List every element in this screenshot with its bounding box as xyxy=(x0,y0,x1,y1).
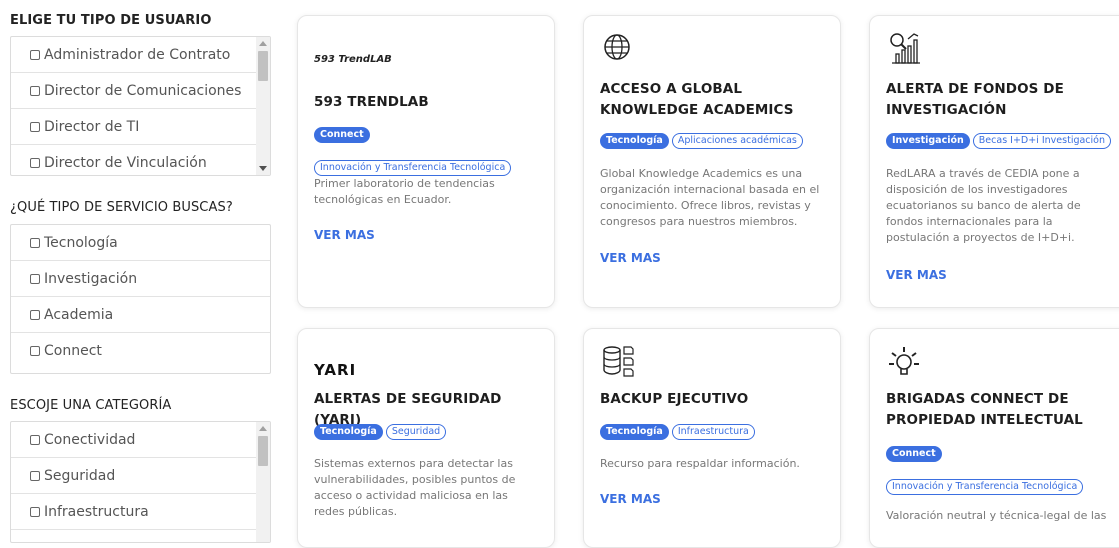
database-backup-icon xyxy=(603,346,634,377)
service-type-option[interactable]: Investigación xyxy=(11,261,270,297)
tag-filled[interactable]: Investigación xyxy=(886,133,970,149)
scroll-thumb[interactable] xyxy=(258,51,268,81)
lightbulb-idea-icon xyxy=(889,347,919,375)
checkbox-icon[interactable] xyxy=(30,121,40,132)
checkbox-icon[interactable] xyxy=(30,157,40,168)
trendlab-logo: 593 TrendLAB xyxy=(314,54,392,65)
category-title: ESCOJE UNA CATEGORÍA xyxy=(10,398,172,413)
category-option[interactable]: Seguridad xyxy=(11,458,256,494)
card-tags: Tecnología Infraestructura xyxy=(600,424,834,440)
card-title: ALERTA DE FONDOS DE INVESTIGACIÓN xyxy=(886,81,1064,118)
card-tags: Connect xyxy=(886,446,1119,462)
scroll-up-arrow-icon[interactable] xyxy=(259,426,267,431)
checkbox-icon[interactable] xyxy=(30,49,40,60)
tag-outline[interactable]: Innovación y Transferencia Tecnológica xyxy=(886,479,1084,495)
card-description: Sistemas externos para detectar las vuln… xyxy=(314,457,516,518)
checkbox-icon[interactable] xyxy=(30,346,40,356)
card-description: Primer laboratorio de tendencias tecnoló… xyxy=(314,177,495,206)
service-type-title: ¿QUÉ TIPO DE SERVICIO BUSCAS? xyxy=(10,200,233,215)
ver-mas-link[interactable]: VER MAS xyxy=(886,268,947,282)
category-scrollbar[interactable] xyxy=(256,422,270,542)
service-type-list: Tecnología Investigación Academia Connec… xyxy=(10,224,271,374)
yari-logo: YARI xyxy=(314,361,357,379)
card-tags-secondary: Innovación y Transferencia Tecnológica xyxy=(886,479,1119,495)
service-card-brigadas-connect: BRIGADAS CONNECT DE PROPIEDAD INTELECTUA… xyxy=(869,328,1119,548)
tag-filled[interactable]: Connect xyxy=(886,446,942,462)
tag-outline[interactable]: Infraestructura xyxy=(671,424,755,440)
card-description: Recurso para respaldar información. xyxy=(600,457,800,470)
card-description: Valoración neutral y técnica-legal de la… xyxy=(886,509,1107,522)
ver-mas-link[interactable]: VER MAS xyxy=(314,228,375,242)
checkbox-icon[interactable] xyxy=(30,434,40,445)
service-card-alerta-fondos: ALERTA DE FONDOS DE INVESTIGACIÓN Invest… xyxy=(869,15,1119,308)
research-chart-icon xyxy=(890,33,920,64)
tag-filled[interactable]: Tecnología xyxy=(600,424,669,440)
tag-outline[interactable]: Becas I+D+i Investigación xyxy=(972,133,1112,149)
checkbox-icon[interactable] xyxy=(30,506,40,517)
tag-filled[interactable]: Tecnología xyxy=(600,133,669,149)
tag-filled[interactable]: Connect xyxy=(314,127,370,143)
user-type-option[interactable]: Director de Vinculación xyxy=(11,145,256,175)
card-tags: Tecnología Seguridad xyxy=(314,424,548,440)
card-tags: Tecnología Aplicaciones académicas xyxy=(600,133,834,149)
user-type-title: ELIGE TU TIPO DE USUARIO xyxy=(10,13,212,28)
checkbox-icon[interactable] xyxy=(30,85,40,96)
scroll-up-arrow-icon[interactable] xyxy=(259,41,267,46)
scroll-down-arrow-icon[interactable] xyxy=(259,166,267,171)
service-type-option[interactable]: Academia xyxy=(11,297,270,333)
service-type-option[interactable]: Connect xyxy=(11,333,270,369)
tag-outline[interactable]: Innovación y Transferencia Tecnológica xyxy=(314,160,512,176)
scroll-thumb[interactable] xyxy=(258,436,268,466)
service-card-backup-ejecutivo: BACKUP EJECUTIVO Tecnología Infraestruct… xyxy=(583,328,841,548)
user-type-option[interactable]: Director de Comunicaciones xyxy=(11,73,256,109)
service-type-option[interactable]: Tecnología xyxy=(11,225,270,261)
card-title: 593 TRENDLAB xyxy=(314,94,429,110)
card-title: ACCESO A GLOBAL KNOWLEDGE ACADEMICS xyxy=(600,81,794,118)
checkbox-icon[interactable] xyxy=(30,470,40,481)
card-tags: Investigación Becas I+D+i Investigación xyxy=(886,133,1119,149)
category-option[interactable]: Conectividad xyxy=(11,422,256,458)
service-card-global-knowledge: ACCESO A GLOBAL KNOWLEDGE ACADEMICS Tecn… xyxy=(583,15,841,308)
card-tags: Connect xyxy=(314,127,548,143)
checkbox-icon[interactable] xyxy=(30,237,40,248)
ver-mas-link[interactable]: VER MAS xyxy=(600,492,661,506)
service-card-yari: YARI ALERTAS DE SEGURIDAD (YARI) Tecnolo… xyxy=(297,328,555,548)
tag-outline[interactable]: Aplicaciones académicas xyxy=(671,133,803,149)
tag-filled[interactable]: Tecnología xyxy=(314,424,383,440)
card-description: RedLARA a través de CEDIA pone a disposi… xyxy=(886,167,1081,244)
user-type-list[interactable]: Administrador de Contrato Director de Co… xyxy=(10,36,271,176)
checkbox-icon[interactable] xyxy=(30,309,40,320)
card-tags-secondary: Innovación y Transferencia Tecnológica xyxy=(314,160,548,176)
user-type-option[interactable]: Administrador de Contrato xyxy=(11,37,256,73)
ver-mas-link[interactable]: VER MAS xyxy=(600,251,661,265)
card-title: BRIGADAS CONNECT DE PROPIEDAD INTELECTUA… xyxy=(886,391,1083,428)
user-type-scrollbar[interactable] xyxy=(256,37,270,175)
card-description: Global Knowledge Academics es una organi… xyxy=(600,167,820,228)
user-type-option[interactable]: Director de TI xyxy=(11,109,256,145)
globe-icon xyxy=(604,34,630,60)
checkbox-icon[interactable] xyxy=(30,273,40,284)
card-title: BACKUP EJECUTIVO xyxy=(600,391,749,407)
filter-sidebar: ELIGE TU TIPO DE USUARIO Administrador d… xyxy=(0,0,290,543)
tag-outline[interactable]: Seguridad xyxy=(385,424,447,440)
service-card-593-trendlab: 593 TrendLAB 593 TRENDLAB Connect Innova… xyxy=(297,15,555,308)
